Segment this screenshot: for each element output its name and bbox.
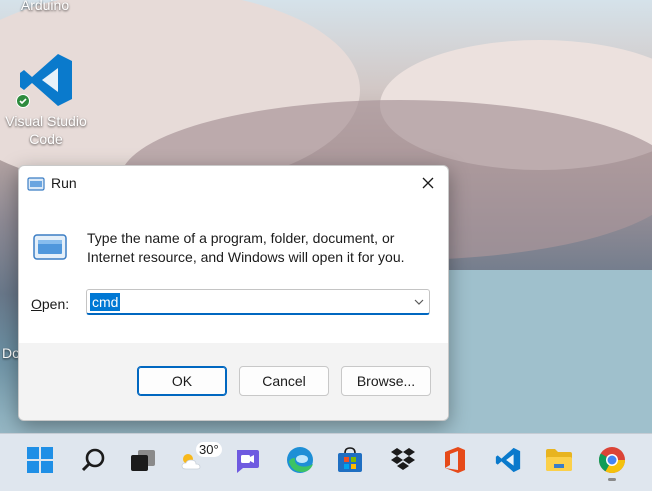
taskbar-store-button[interactable] [335,445,365,475]
teams-chat-icon [237,450,259,473]
open-label: Open: [31,296,69,312]
vscode-icon [495,447,521,473]
browse-button[interactable]: Browse... [341,366,431,396]
open-label-rest: pen: [41,296,70,312]
chrome-icon [598,447,626,474]
search-icon [81,448,105,472]
store-icon [338,447,362,472]
ok-button[interactable]: OK [137,366,227,396]
taskbar-file-explorer-button[interactable] [544,445,574,475]
taskbar-edge-button[interactable] [285,445,315,475]
cancel-button[interactable]: Cancel [239,366,329,396]
dialog-title: Run [51,175,77,191]
desktop-icon-vscode[interactable]: Visual Studio Code [4,48,88,152]
taskbar-office-button[interactable] [440,445,470,475]
start-icon [27,447,53,473]
edge-icon [287,447,313,473]
taskbar-start-button[interactable] [25,445,55,475]
office-icon [445,447,465,473]
run-dialog: Run Type the name of a program, folder, … [18,165,449,421]
weather-temperature: 30° [196,442,222,457]
open-label-access-key: O [31,296,42,312]
task-view-icon [131,450,155,471]
taskbar-weather-widget[interactable]: 30° [180,442,222,475]
open-input[interactable]: cmd [90,293,121,311]
desktop-icon-vscode-label: Visual Studio Code [5,113,87,147]
dialog-description: Type the name of a program, folder, docu… [87,230,405,265]
close-button[interactable] [408,166,448,200]
desktop-icon-arduino-label[interactable]: Arduino [10,0,80,14]
taskbar-teams-chat-button[interactable] [232,445,262,475]
dropbox-icon [391,448,415,470]
taskbar-vscode-button[interactable] [493,445,523,475]
taskbar-search-button[interactable] [78,445,108,475]
run-app-icon [27,177,45,191]
close-icon [422,177,434,189]
chrome-running-indicator [608,478,616,481]
taskbar-chrome-button[interactable] [597,445,627,481]
check-badge-icon [16,94,30,108]
chevron-down-icon[interactable] [414,299,424,305]
taskbar-dropbox-button[interactable] [388,445,418,475]
open-combobox[interactable]: cmd [86,289,430,315]
file-explorer-icon [546,449,572,471]
taskbar-task-view-button[interactable] [128,445,158,475]
run-large-icon [33,234,67,260]
